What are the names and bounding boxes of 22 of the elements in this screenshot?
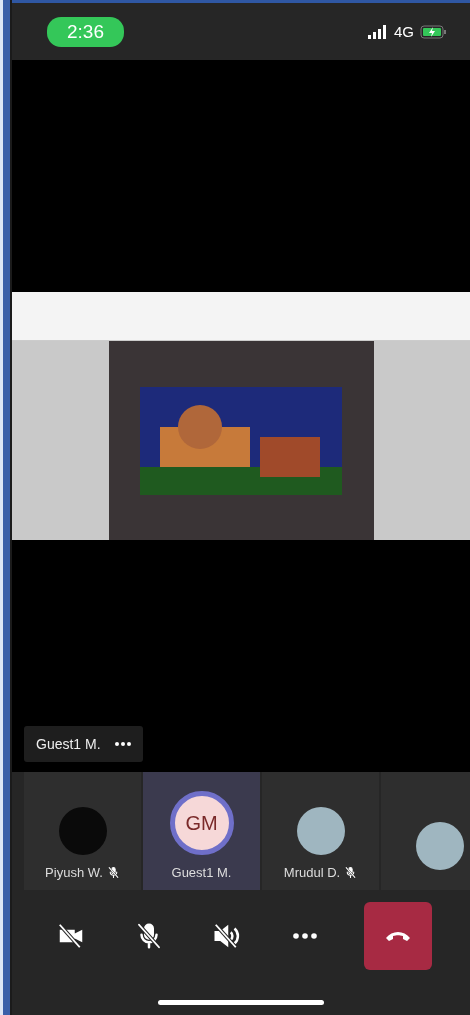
- hang-up-button[interactable]: [364, 902, 432, 970]
- photo-placeholder: [296, 807, 345, 855]
- participant-name: Guest1 M.: [171, 865, 232, 880]
- charging-battery-icon: [420, 24, 448, 39]
- participant-name: Mrudul D.: [283, 865, 358, 880]
- muted-microphone-icon: [106, 866, 120, 879]
- photo-placeholder: [415, 822, 464, 870]
- more-icon[interactable]: [114, 742, 131, 746]
- participant-tile[interactable]: GM Guest1 M.: [143, 772, 260, 890]
- muted-microphone-icon: [344, 866, 358, 879]
- participant-name: Piyush W.: [45, 865, 120, 880]
- participant-tile[interactable]: Piyush W.: [24, 772, 141, 890]
- signal-icon: [368, 24, 388, 39]
- time-pill: 2:36: [47, 16, 124, 47]
- participant-tile[interactable]: [381, 772, 470, 890]
- avatar-circle: [58, 807, 107, 855]
- network-label: 4G: [394, 23, 414, 40]
- phone-icon: [385, 930, 411, 942]
- initials-avatar: GM: [169, 791, 234, 855]
- participant-label[interactable]: Guest1 M.: [24, 726, 143, 762]
- participant-tile[interactable]: Mrudul D.: [262, 772, 379, 890]
- more-icon: [293, 933, 317, 939]
